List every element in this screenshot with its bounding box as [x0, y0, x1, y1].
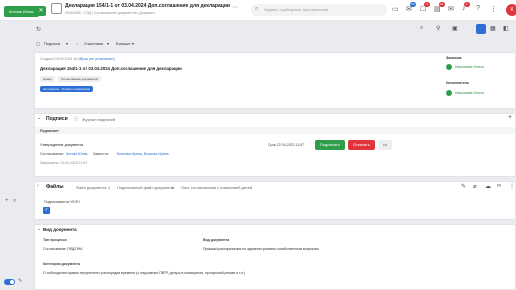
signatures-table-header — [35, 127, 515, 134]
files-title: Файлы — [46, 184, 64, 190]
calendar-icon[interactable]: ▤ 42 — [434, 2, 445, 13]
left-rail — [0, 21, 28, 290]
info-icon: ⓘ — [74, 116, 78, 121]
chat-badge: 54 — [409, 2, 416, 7]
tab-document-file[interactable]: Файл документа — [76, 185, 106, 190]
created-label: Создано 03.04.2024 16:09 — [40, 57, 83, 61]
tasks-icon[interactable]: ☐ 5 — [420, 2, 431, 13]
tab-signers[interactable]: Подписи — [44, 41, 60, 46]
signature-row-title: Утверждение документа — [40, 143, 84, 147]
quick-toolbar — [34, 23, 516, 36]
category-value: О соблюдении правил внутреннего распоряд… — [43, 271, 246, 275]
document-heading: Декларация 154/1-1 от 03.04.2024 Доп.сог… — [40, 66, 182, 71]
search-icon: ⌕ — [255, 6, 259, 12]
deadline-link[interactable]: Срок (не установлен) — [80, 57, 115, 61]
avatar[interactable]: К — [506, 4, 516, 16]
status-badge: Новая — [40, 76, 55, 82]
chevron-down-icon[interactable]: ▾ — [132, 41, 134, 46]
customer-name[interactable]: Николаева Олеся — [455, 65, 484, 69]
search-input[interactable]: ⌕ Задачи, сообщения, пространства — [251, 4, 387, 16]
video-icon[interactable]: ▭ — [392, 5, 399, 13]
category-label: Категория документа — [43, 262, 80, 266]
layout-button[interactable] — [476, 24, 486, 34]
bell-badge: 2 — [463, 2, 470, 7]
link-file-icon[interactable]: ∞ — [497, 183, 501, 189]
toggle-switch[interactable] — [4, 279, 15, 285]
customer-avatar — [446, 64, 452, 70]
close-icon[interactable]: ✕ — [36, 6, 46, 16]
edit-icon[interactable]: ✎ — [18, 278, 22, 284]
tab-more[interactable]: Больше — [116, 41, 131, 46]
sign-button[interactable]: Подписать — [315, 140, 345, 150]
panel-icon[interactable]: ◧ — [503, 25, 509, 32]
calendar-badge: 42 — [438, 2, 445, 7]
kind-value: Приказы/распоряжения по административно-… — [203, 247, 319, 251]
chevron-down-icon[interactable]: ⌄ — [37, 115, 41, 121]
attach-icon[interactable]: ⌀ — [473, 183, 477, 190]
process-label: Тип процесса — [43, 238, 67, 242]
more-actions-button[interactable]: ••• — [378, 140, 393, 150]
link-icon[interactable]: ⚲ — [436, 25, 440, 32]
signatures-title: Подписи — [46, 116, 68, 122]
add-signer-icon[interactable]: + — [508, 114, 512, 121]
doc-type-title: Вид документа — [43, 227, 77, 232]
doc-type-card — [34, 224, 516, 290]
user-chip[interactable]: Котова Юлия — [4, 6, 39, 17]
search-left-icon[interactable]: ⌕ — [13, 198, 16, 205]
apps-icon[interactable]: ⋮ — [490, 5, 497, 13]
requested-date: Запрошено: 19.04.2023 11:57 — [40, 161, 88, 165]
chevron-down-icon[interactable]: ⌄ — [37, 226, 41, 232]
signature-journal-link[interactable]: Журнал подписей — [82, 117, 115, 122]
tab-signed-file[interactable]: Подписанный файл документа — [117, 185, 174, 190]
executor-avatar — [446, 90, 452, 96]
search-placeholder: Задачи, сообщения, пространства — [264, 7, 328, 12]
tab-participants[interactable]: Участники — [84, 41, 103, 46]
chevron-right-icon[interactable]: › — [37, 183, 39, 189]
more-files-icon[interactable]: ⋮ — [509, 183, 515, 190]
chat-icon[interactable]: ✉ 54 — [406, 2, 416, 13]
process-value: Согласование ОРД/ПНА — [43, 247, 83, 251]
document-icon — [51, 3, 62, 14]
deputy-label: Заместит: — [93, 152, 110, 156]
decline-button[interactable]: Отказать — [348, 140, 375, 150]
mail-icon[interactable]: ✉ — [448, 5, 454, 13]
coordination-person[interactable]: Котова Юлия — [66, 152, 87, 156]
page-title: Декларация 154/1-1 от 03.04.2024 Доп.сог… — [65, 3, 230, 9]
upload-icon[interactable]: ☁ — [485, 183, 491, 190]
chevron-down-icon[interactable]: ▾ — [66, 41, 68, 46]
customer-label: Заказчик — [446, 56, 462, 60]
tab-signed-file-count: 1 — [171, 185, 174, 190]
breadcrumb: #3403488 · СЭД | Согласование документов… — [65, 11, 156, 15]
more-icon[interactable]: ⋯ — [232, 4, 238, 11]
view-icon[interactable]: ▣ — [452, 25, 458, 32]
refresh-icon[interactable]: ↻ — [36, 26, 41, 33]
help-icon[interactable]: ? — [476, 5, 480, 12]
signers-icon: ▢ — [36, 41, 40, 46]
bell-icon[interactable]: ♪ 2 — [462, 2, 470, 12]
grid-icon[interactable]: ▦ — [490, 25, 496, 32]
ukep-label: Подписывается УКЭП — [44, 200, 80, 204]
chevron-down-icon[interactable]: ▾ — [107, 41, 109, 46]
add-icon[interactable]: + — [5, 198, 9, 204]
deputy-people[interactable]: Волкова Ирина, Волкова Ирина — [117, 152, 169, 156]
process-badge: Согласование документов — [58, 76, 101, 82]
column-signer: Подписант — [40, 129, 59, 133]
coordination-label: Согласование: — [40, 152, 64, 156]
kind-label: Вид документа — [203, 238, 230, 242]
executor-label: Исполнитель — [446, 81, 470, 85]
executor-name[interactable]: Николаева Олеся — [455, 91, 484, 95]
search-doc-icon[interactable]: ⌕ — [420, 25, 423, 32]
stage-badge: На подписи - Требует подписания — [40, 86, 94, 92]
participants-icon: ◌ — [76, 41, 79, 46]
signature-deadline: Срок 22.04.2023 11:57 — [268, 143, 304, 147]
ukep-checkbox[interactable]: ✓ — [43, 207, 50, 214]
edit-file-icon[interactable]: ✎ — [461, 183, 466, 190]
tab-document-file-count: 1 — [108, 185, 111, 190]
tab-approval-sheet[interactable]: Лист согласования с компанией детей — [181, 185, 252, 190]
